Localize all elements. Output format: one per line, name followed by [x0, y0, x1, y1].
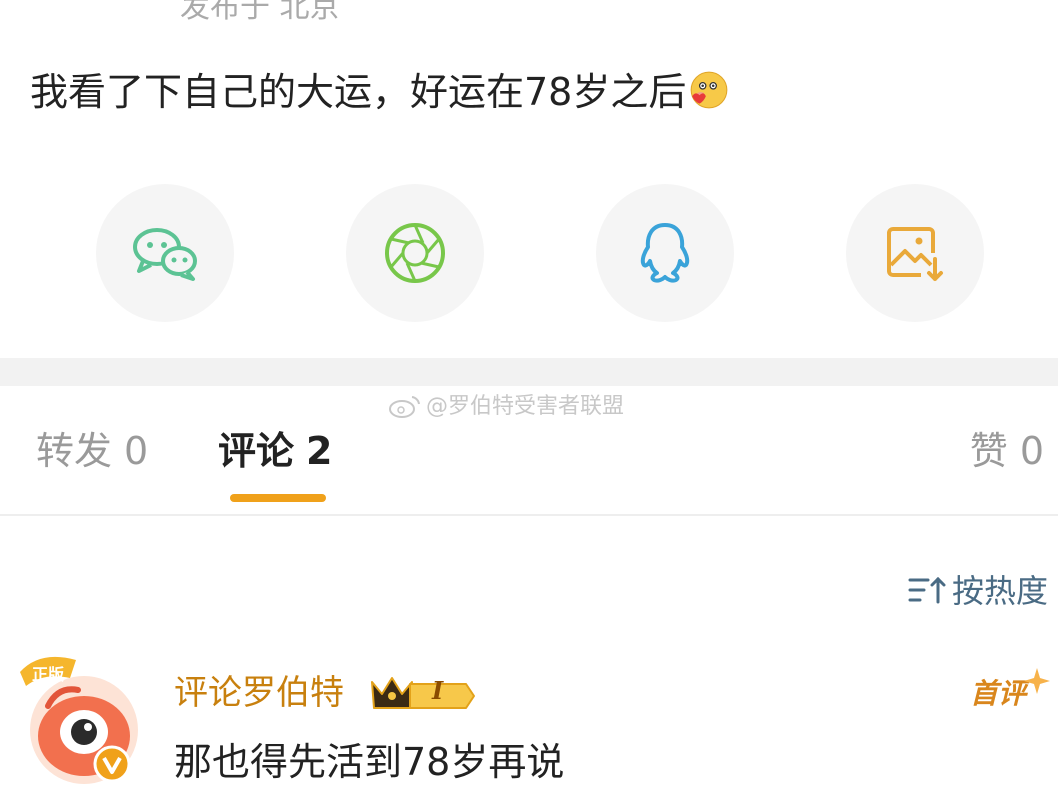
section-divider: [0, 358, 1058, 386]
sort-label: 按热度: [951, 572, 1048, 610]
wechat-icon: [133, 228, 197, 281]
post-location: 发布于 北京: [180, 0, 340, 25]
tab-comments[interactable]: 评论 2: [218, 426, 332, 476]
svg-text:正版: 正版: [32, 665, 64, 684]
sparkle-icon: [1024, 668, 1050, 694]
post-text: 我看了下自己的大运，好运在78岁之后: [30, 66, 730, 118]
share-save-image-button[interactable]: [846, 184, 984, 322]
tab-comments-label: 评论: [218, 429, 295, 473]
sort-icon: [908, 576, 946, 604]
avatar[interactable]: 正版: [18, 646, 140, 788]
tab-repost-count: 0: [124, 429, 149, 473]
share-wechat-button[interactable]: [96, 184, 234, 322]
qq-icon: [640, 223, 690, 283]
post-text-content: 我看了下自己的大运，好运在78岁之后: [30, 70, 687, 114]
sort-button[interactable]: 按热度: [906, 570, 1048, 612]
save-image-icon: [887, 227, 943, 281]
comment-text: 那也得先活到78岁再说: [174, 740, 565, 784]
share-qq-button[interactable]: [596, 184, 734, 322]
tab-comments-count: 2: [306, 429, 333, 473]
tab-likes-label: 赞: [969, 429, 1008, 473]
level-badge-text: I: [432, 676, 444, 705]
crown-icon: [371, 677, 475, 709]
tab-likes[interactable]: 赞0: [970, 426, 1044, 476]
first-comment-tag: 首评: [970, 668, 1050, 718]
tab-likes-count: 0: [1019, 429, 1044, 473]
active-tab-indicator: [230, 494, 326, 502]
moments-icon: [385, 223, 445, 283]
first-comment-tag-text: 首评: [970, 677, 1027, 710]
watermark-text: @罗伯特受害者联盟: [426, 394, 625, 419]
share-moments-button[interactable]: [346, 184, 484, 322]
weibo-logo-icon: [389, 396, 420, 418]
watermark: @罗伯特受害者联盟: [388, 392, 624, 422]
blushing-emoji-icon: [690, 71, 728, 109]
tab-repost-label: 转发: [36, 429, 113, 473]
commenter-name[interactable]: 评论罗伯特: [174, 670, 344, 716]
weibo-mascot-avatar-icon: 正版: [20, 656, 138, 784]
tabs-divider: [0, 514, 1058, 516]
crown-badge: I: [370, 672, 478, 714]
tab-repost[interactable]: 转发 0: [36, 426, 148, 476]
